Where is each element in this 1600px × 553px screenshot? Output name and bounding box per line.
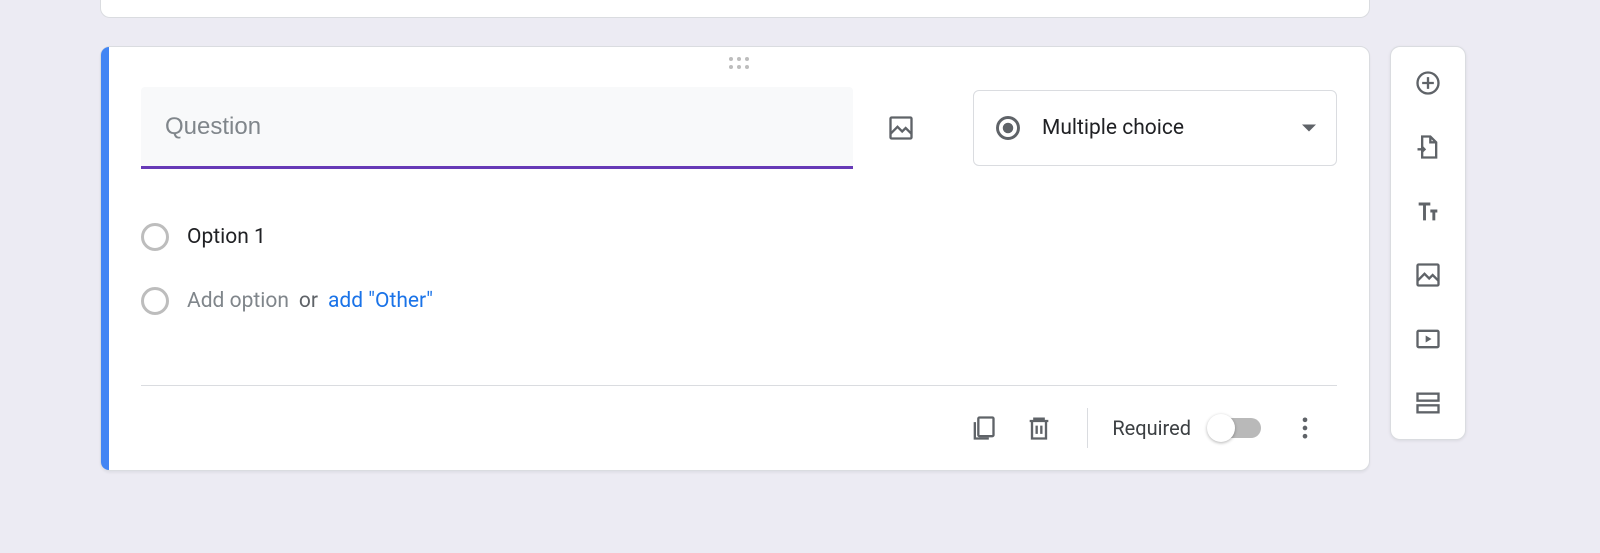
drag-handle[interactable] xyxy=(141,47,1337,77)
plus-circle-icon xyxy=(1414,69,1442,97)
add-other-button[interactable]: add "Other" xyxy=(328,289,433,313)
type-label: Multiple choice xyxy=(1042,116,1282,140)
add-section-button[interactable] xyxy=(1404,379,1452,427)
or-text: or xyxy=(299,289,318,313)
multiple-choice-icon xyxy=(994,114,1022,142)
video-icon xyxy=(1414,325,1442,353)
question-header: Multiple choice xyxy=(141,77,1337,169)
floating-toolbar xyxy=(1390,46,1466,440)
add-video-button[interactable] xyxy=(1404,315,1452,363)
card-content: Multiple choice Option 1 Add option or a… xyxy=(109,47,1369,470)
option-row: Option 1 xyxy=(141,205,1337,269)
text-icon xyxy=(1414,197,1442,225)
required-toggle[interactable] xyxy=(1209,418,1261,438)
footer-divider xyxy=(1087,408,1088,448)
import-questions-button[interactable] xyxy=(1404,123,1452,171)
add-title-button[interactable] xyxy=(1404,187,1452,235)
import-icon xyxy=(1414,133,1442,161)
more-vert-icon xyxy=(1291,414,1319,442)
chevron-down-icon xyxy=(1302,124,1316,132)
image-icon xyxy=(1414,261,1442,289)
add-image-button[interactable] xyxy=(877,104,925,152)
trash-icon xyxy=(1025,414,1053,442)
required-label: Required xyxy=(1112,416,1191,440)
add-image-toolbar-button[interactable] xyxy=(1404,251,1452,299)
toggle-knob xyxy=(1207,414,1235,442)
section-icon xyxy=(1414,389,1442,417)
question-input[interactable] xyxy=(141,87,853,169)
image-icon xyxy=(887,114,915,142)
duplicate-icon xyxy=(969,414,997,442)
selection-indicator xyxy=(101,47,109,470)
options-area: Option 1 Add option or add "Other" xyxy=(141,169,1337,333)
radio-icon xyxy=(141,223,169,251)
delete-button[interactable] xyxy=(1015,404,1063,452)
previous-card-edge xyxy=(100,0,1370,18)
question-card: Multiple choice Option 1 Add option or a… xyxy=(100,46,1370,471)
question-type-select[interactable]: Multiple choice xyxy=(973,90,1337,166)
add-option-row: Add option or add "Other" xyxy=(141,269,1337,333)
card-footer: Required xyxy=(141,386,1337,470)
duplicate-button[interactable] xyxy=(959,404,1007,452)
drag-dots-icon xyxy=(729,57,749,77)
add-question-button[interactable] xyxy=(1404,59,1452,107)
option-text[interactable]: Option 1 xyxy=(187,225,266,249)
more-options-button[interactable] xyxy=(1281,404,1329,452)
radio-icon xyxy=(141,287,169,315)
add-option-button[interactable]: Add option xyxy=(187,289,289,313)
